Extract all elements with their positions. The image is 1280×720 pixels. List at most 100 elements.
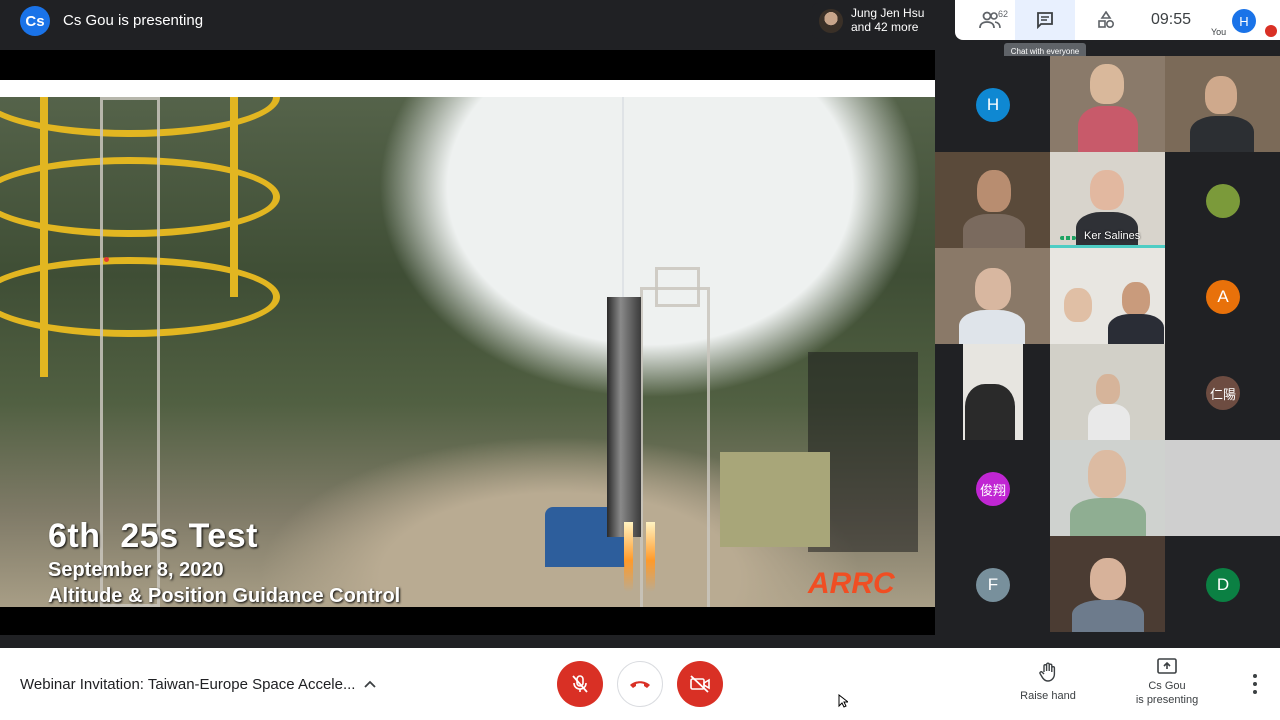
tether-line	[622, 97, 624, 297]
chevron-up-icon[interactable]	[362, 676, 378, 692]
mouse-cursor-icon	[838, 694, 848, 708]
participant-body	[1070, 498, 1146, 536]
arrc-logo: ARRC	[808, 567, 895, 600]
more-dot	[1253, 690, 1257, 694]
participant-avatar: A	[1206, 280, 1240, 314]
hand-icon	[1039, 662, 1056, 682]
activities-icon	[1098, 11, 1115, 29]
people-button[interactable]: 62	[965, 0, 1015, 40]
participant-name: Ker Salines	[1084, 230, 1141, 242]
participant-grid: H Ker Salines A 仁陽 俊翔 F D	[935, 56, 1280, 632]
raise-hand-label: Raise hand	[1020, 690, 1076, 702]
participant-tile[interactable]	[1050, 56, 1165, 152]
raise-hand-button[interactable]: Raise hand	[1018, 662, 1078, 702]
self-label: You	[1211, 27, 1227, 37]
self-avatar[interactable]: H	[1232, 9, 1256, 33]
chat-button[interactable]	[1015, 0, 1075, 40]
participant-face	[1090, 558, 1126, 600]
camera-off-icon	[690, 675, 710, 693]
bottom-bar: Webinar Invitation: Taiwan-Europe Space …	[0, 648, 1280, 720]
audio-level-icon	[1060, 236, 1076, 240]
cage-bar	[230, 97, 238, 297]
more-dot	[1253, 674, 1257, 678]
more-dot	[1253, 682, 1257, 686]
participant-body	[1108, 314, 1164, 344]
participant-face	[1090, 64, 1124, 104]
participant-avatar: F	[976, 568, 1010, 602]
participant-body	[959, 310, 1025, 344]
mic-off-icon	[1265, 25, 1277, 37]
participant-tile[interactable]: D	[1165, 536, 1280, 632]
participant-avatar: H	[976, 88, 1010, 122]
present-status-button[interactable]: Cs Gou is presenting	[1127, 658, 1207, 707]
participant-tile[interactable]: A	[1165, 248, 1280, 344]
activities-button[interactable]	[1083, 0, 1129, 40]
engine-flame	[624, 522, 633, 592]
participant-body	[1078, 106, 1138, 152]
mic-toggle-button[interactable]	[557, 661, 603, 707]
participant-body	[1190, 116, 1254, 152]
participant-tile[interactable]	[1050, 440, 1165, 536]
present-label-line2: is presenting	[1135, 694, 1199, 706]
meet-window: Cs Cs Gou is presenting Jung Jen Hsu and…	[0, 0, 1280, 720]
attendee-more: and 42 more	[851, 20, 919, 34]
participant-body	[1072, 600, 1144, 632]
present-screen-icon	[1157, 658, 1177, 674]
participant-avatar: D	[1206, 568, 1240, 602]
participant-tile[interactable]	[935, 152, 1050, 248]
participant-tile[interactable]: 俊翔	[935, 440, 1050, 536]
rocket	[607, 297, 641, 537]
meeting-details-button[interactable]: Webinar Invitation: Taiwan-Europe Space …	[20, 676, 355, 693]
slide-date: September 8, 2020	[48, 559, 224, 581]
mic-off-icon	[572, 675, 588, 693]
tower-top	[655, 267, 700, 307]
participant-tile[interactable]	[935, 248, 1050, 344]
participant-face	[1088, 450, 1126, 498]
clock: 09:55	[1151, 11, 1192, 28]
participant-face	[1064, 288, 1092, 322]
leave-call-button[interactable]	[617, 661, 663, 707]
hang-up-icon	[630, 681, 650, 688]
presenting-label: Cs Gou is presenting	[63, 12, 204, 29]
meeting-toolbar: 62 09:55 H You	[955, 0, 1280, 40]
participant-tile[interactable]	[1165, 152, 1280, 248]
shed	[720, 452, 830, 547]
participant-face	[975, 268, 1011, 310]
top-bar: Cs Cs Gou is presenting Jung Jen Hsu and…	[0, 0, 1280, 40]
present-label-line1: Cs Gou	[1148, 680, 1186, 692]
presenter-avatar: Cs	[20, 6, 50, 36]
participant-tile[interactable]: F	[935, 536, 1050, 632]
slide-title: 6th 25s Test	[48, 517, 258, 555]
camera-toggle-button[interactable]	[677, 661, 723, 707]
participant-body	[963, 214, 1025, 248]
participant-avatar	[1206, 184, 1240, 218]
attendee-avatar	[819, 9, 843, 33]
participant-tile[interactable]: 仁陽	[1165, 344, 1280, 440]
cage-bar	[40, 97, 48, 377]
participant-body	[1088, 404, 1130, 440]
attendee-summary[interactable]: Jung Jen Hsu and 42 more	[812, 3, 955, 39]
participant-tile[interactable]	[1050, 536, 1165, 632]
participant-face	[1096, 374, 1120, 404]
slide-photo: 6th 25s Test September 8, 2020 Altitude …	[0, 97, 935, 607]
participant-tile[interactable]	[1050, 344, 1165, 440]
participant-tile[interactable]	[1165, 440, 1280, 536]
participant-face	[1205, 76, 1237, 114]
participant-body	[965, 384, 1015, 440]
participant-face	[1090, 170, 1124, 210]
participant-tile[interactable]: Ker Salines	[1050, 152, 1165, 248]
people-count: 62	[998, 9, 1009, 19]
participant-avatar: 俊翔	[976, 472, 1010, 506]
participant-face	[1122, 282, 1150, 316]
participant-tile[interactable]	[935, 344, 1050, 440]
participant-tile[interactable]: H	[935, 56, 1050, 152]
chat-icon	[1037, 12, 1053, 29]
participant-tile[interactable]	[1050, 248, 1165, 344]
laser-pointer	[104, 257, 109, 262]
participant-avatar: 仁陽	[1206, 376, 1240, 410]
slide-subtitle: Altitude & Position Guidance Control	[48, 585, 401, 607]
attendee-name: Jung Jen Hsu	[851, 6, 925, 20]
more-options-button[interactable]	[1246, 674, 1264, 694]
engine-flame	[646, 522, 655, 592]
participant-tile[interactable]	[1165, 56, 1280, 152]
